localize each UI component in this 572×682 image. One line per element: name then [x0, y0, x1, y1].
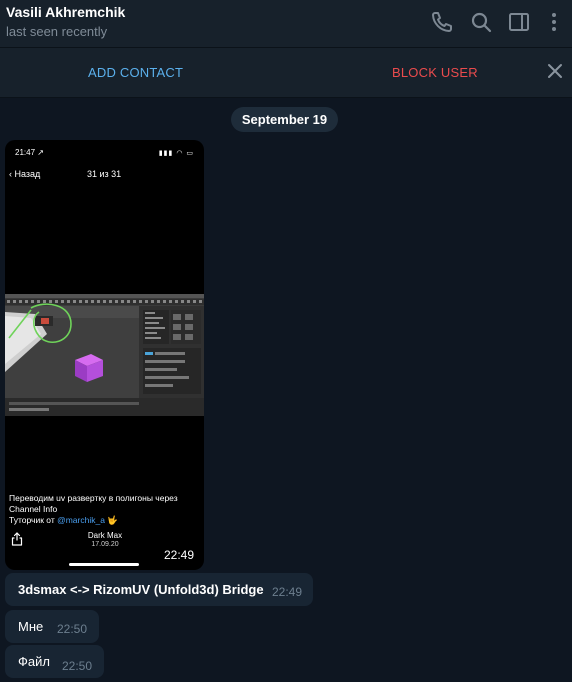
- message-time: 22:50: [57, 622, 88, 636]
- message-time: 22:49: [163, 548, 194, 562]
- block-user-button[interactable]: BLOCK USER: [392, 65, 478, 80]
- contact-status: last seen recently: [6, 24, 108, 39]
- message-bubble[interactable]: Мне 22:50: [5, 610, 99, 643]
- message-text: Мне: [18, 619, 44, 634]
- message-bubble[interactable]: 3dsmax <-> RizomUV (Unfold3d) Bridge 22:…: [5, 573, 313, 606]
- close-icon[interactable]: [544, 60, 566, 82]
- search-icon[interactable]: [469, 10, 493, 34]
- photo-caption-line3: Туторчик от @marchik_a 🤟: [9, 515, 201, 526]
- photo-counter: 31 из 31: [87, 169, 122, 179]
- sidebar-icon[interactable]: [507, 10, 531, 34]
- photo-caption-prefix: Туторчик от: [9, 515, 58, 525]
- photo-caption-line1: Переводим uv развертку в полигоны через: [9, 493, 178, 503]
- message-text: Файл: [18, 654, 50, 669]
- more-vertical-icon[interactable]: [542, 10, 566, 34]
- photo-back-label: ‹ Назад: [9, 169, 41, 179]
- add-contact-button[interactable]: ADD CONTACT: [88, 65, 183, 80]
- photo-back-text: Назад: [14, 169, 41, 179]
- phone-icon[interactable]: [430, 10, 454, 34]
- photo-signal-icons: ▮▮▮ ◠ ▭: [158, 150, 194, 157]
- photo-caption-emoji: 🤟: [107, 515, 118, 525]
- chat-header: Vasili Akhremchik last seen recently: [0, 0, 572, 48]
- photo-caption-line2: Channel Info: [9, 504, 58, 514]
- date-divider: September 19: [231, 107, 338, 132]
- photo-embedded-screenshot: [5, 294, 204, 416]
- photo-status-time: 21:47 ↗: [15, 148, 44, 157]
- photo-author-date: 17.09.20: [91, 541, 119, 548]
- contact-name[interactable]: Vasili Akhremchik: [6, 4, 125, 20]
- contact-action-bar: ADD CONTACT BLOCK USER: [0, 48, 572, 98]
- message-text: 3dsmax <-> RizomUV (Unfold3d) Bridge: [18, 582, 264, 597]
- photo-author: Dark Max: [87, 531, 123, 540]
- photo-caption-link[interactable]: @marchik_a: [57, 515, 105, 525]
- share-icon: [11, 532, 23, 546]
- photo-message[interactable]: 21:47 ↗ ▮▮▮ ◠ ▭ ‹ Назад 31 из 31 Перевод…: [5, 140, 204, 570]
- home-indicator: [69, 563, 139, 566]
- message-time: 22:50: [62, 659, 93, 673]
- message-bubble[interactable]: Файл 22:50: [5, 645, 104, 678]
- photo-caption: Переводим uv развертку в полигоны через …: [9, 493, 201, 526]
- message-time: 22:49: [272, 585, 303, 599]
